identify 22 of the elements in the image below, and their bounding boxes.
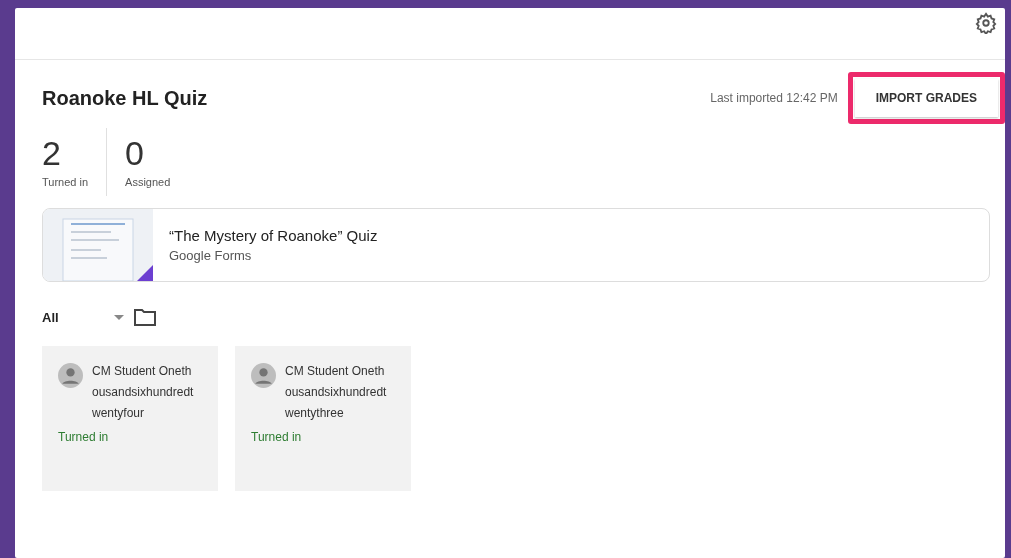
student-name: CM Student Onethousandsixhundredtwentythree [285,363,388,422]
stat-label: Assigned [125,176,171,188]
assignment-title: Roanoke HL Quiz [42,86,208,110]
filter-dropdown[interactable]: All [42,309,124,325]
attachment-title: “The Mystery of Roanoke” Quiz [169,227,378,244]
last-imported-text: Last imported 12:42 PM [710,91,838,105]
folder-icon[interactable] [134,308,156,326]
avatar-icon [251,363,276,388]
stat-label: Turned in [42,176,89,188]
student-card[interactable]: CM Student Onethousandsixhundredtwentythree Turned in [235,346,411,491]
stat-count: 0 [125,134,145,172]
submission-status: Turned in [58,430,110,444]
attachment-card[interactable]: “The Mystery of Roanoke” Quiz Google Forms [42,208,990,282]
attachment-source: Google Forms [169,248,253,263]
import-grades-button[interactable]: IMPORT GRADES [854,79,998,117]
student-card[interactable]: CM Student Onethousandsixhundredtwentyfour Turned in [42,346,218,491]
submission-status: Turned in [251,430,303,444]
settings-icon[interactable] [975,12,997,34]
stat-count: 2 [42,134,62,172]
dropdown-caret-icon [114,314,124,320]
student-name: CM Student Onethousandsixhundredtwentyfour [92,363,195,422]
avatar-icon [58,363,83,388]
